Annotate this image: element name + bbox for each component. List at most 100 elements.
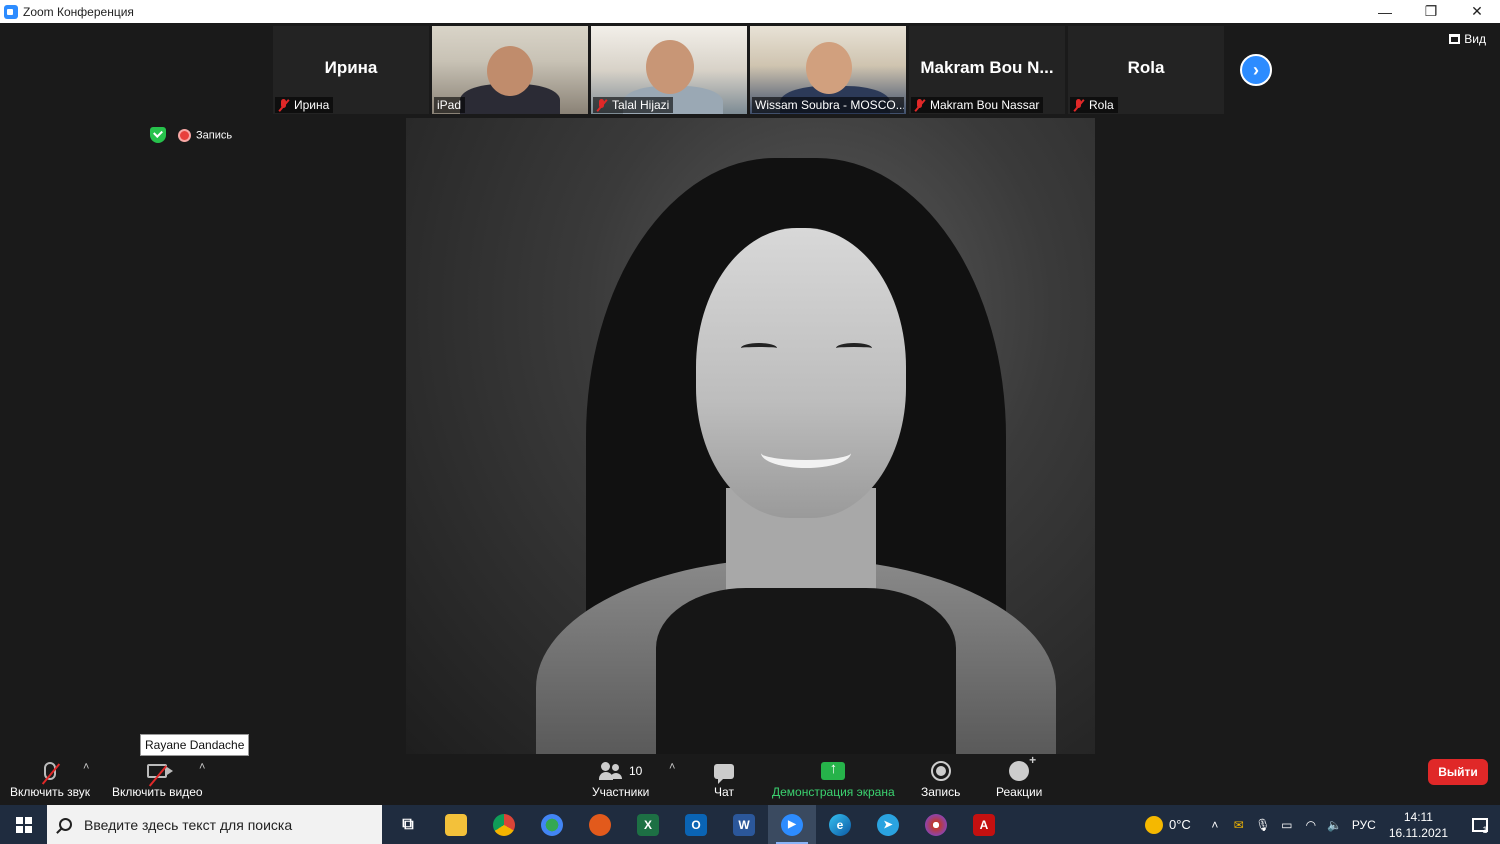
leave-meeting-button[interactable]: Выйти bbox=[1428, 759, 1488, 785]
notification-icon bbox=[1472, 817, 1489, 832]
muted-mic-icon bbox=[914, 98, 926, 112]
wifi-icon[interactable]: ◠ bbox=[1299, 818, 1323, 832]
record-button[interactable]: Запись bbox=[921, 757, 960, 799]
taskbar-clock[interactable]: 14:11 16.11.2021 bbox=[1389, 809, 1448, 841]
taskbar-app-maps[interactable] bbox=[528, 805, 576, 844]
participants-label: Участники bbox=[592, 785, 650, 799]
participants-options-caret[interactable]: ˄ bbox=[669, 761, 675, 773]
taskbar-search-box[interactable]: Введите здесь текст для поиска bbox=[47, 805, 382, 844]
file-explorer-icon bbox=[445, 813, 467, 836]
taskbar-app-outlook[interactable]: O bbox=[672, 805, 720, 844]
taskbar-app-edge[interactable]: e bbox=[816, 805, 864, 844]
participant-video-face bbox=[487, 46, 533, 96]
recording-indicator[interactable]: Запись bbox=[178, 128, 232, 142]
participant-big-name: Makram Bou N... bbox=[920, 58, 1054, 77]
mail-icon[interactable]: ✉ bbox=[1227, 818, 1251, 832]
participant-name: iPad bbox=[437, 98, 462, 112]
next-page-button[interactable]: › bbox=[1240, 54, 1272, 86]
taskbar-app-acrobat[interactable]: A bbox=[960, 805, 1008, 844]
taskbar-app-paint[interactable] bbox=[912, 805, 960, 844]
battery-icon[interactable]: ▭ bbox=[1275, 818, 1299, 832]
share-screen-button[interactable]: Демонстрация экрана bbox=[772, 757, 895, 799]
reactions-icon bbox=[1009, 753, 1036, 781]
chat-button[interactable]: Чат bbox=[714, 757, 734, 799]
recording-dot-icon bbox=[178, 128, 191, 142]
participant-big-name: Rola bbox=[1127, 58, 1165, 77]
participant-tile[interactable]: Talal Hijazi bbox=[591, 26, 747, 114]
meeting-toolbar: Включить звук ˄ Включить видео ˄ 10 Учас… bbox=[0, 753, 1500, 805]
speaker-top bbox=[656, 588, 956, 754]
participant-name-tag: Wissam Soubra - MOSCO... bbox=[752, 97, 904, 113]
close-button[interactable]: ✕ bbox=[1454, 0, 1500, 23]
search-icon bbox=[59, 818, 72, 831]
meeting-status: Запись bbox=[150, 127, 232, 143]
taskbar-app-file-explorer[interactable] bbox=[432, 805, 480, 844]
grid-view-icon bbox=[1449, 34, 1461, 44]
volume-icon[interactable]: 🔈 bbox=[1323, 818, 1347, 832]
view-label: Вид bbox=[1464, 32, 1486, 46]
taskbar-app-word[interactable]: W bbox=[720, 805, 768, 844]
participant-tile[interactable]: Makram Bou N... Makram Bou Nassar bbox=[909, 26, 1065, 114]
record-label: Запись bbox=[921, 785, 961, 799]
participant-tile[interactable]: Ирина Ирина bbox=[273, 26, 429, 114]
taskbar-app-yandex[interactable] bbox=[576, 805, 624, 844]
input-language[interactable]: РУС bbox=[1347, 818, 1381, 832]
participant-name: Rola bbox=[1089, 98, 1114, 112]
taskbar-app-chrome[interactable] bbox=[480, 805, 528, 844]
participant-tile[interactable]: iPad bbox=[432, 26, 588, 114]
start-button[interactable] bbox=[0, 805, 47, 844]
chevron-up-icon[interactable]: ˄ bbox=[1203, 818, 1227, 832]
unmute-button[interactable]: Включить звук bbox=[10, 757, 90, 799]
muted-mic-icon bbox=[278, 98, 290, 112]
participants-icon bbox=[598, 762, 623, 780]
telegram-icon: ➤ bbox=[877, 813, 899, 836]
share-screen-icon bbox=[821, 760, 846, 780]
edge-icon: e bbox=[829, 813, 851, 836]
system-tray: 0°C ˄ ✉ 🎙 ▭ ◠ 🔈 РУС 14:11 16.11.2021 1 bbox=[1145, 805, 1500, 844]
microphone-icon[interactable]: 🎙 bbox=[1251, 818, 1275, 832]
start-video-button[interactable]: Включить видео bbox=[112, 757, 203, 799]
restore-button[interactable]: ❐ bbox=[1408, 0, 1454, 23]
speaker-smile bbox=[761, 438, 851, 468]
windows-logo-icon bbox=[15, 816, 32, 833]
participant-name-tag: iPad bbox=[434, 97, 466, 113]
muted-microphone-icon bbox=[44, 762, 57, 780]
taskbar-app-zoom[interactable]: ▶ bbox=[768, 805, 816, 844]
outlook-icon: O bbox=[685, 813, 707, 836]
audio-options-caret[interactable]: ˄ bbox=[83, 761, 89, 773]
security-shield-icon[interactable] bbox=[150, 127, 166, 143]
participant-tile[interactable]: Rola Rola bbox=[1068, 26, 1224, 114]
taskbar-app-telegram[interactable]: ➤ bbox=[864, 805, 912, 844]
meeting-window: Ирина Ирина iPad Talal Hijazi Wissam Sou… bbox=[0, 23, 1500, 805]
reactions-label: Реакции bbox=[996, 785, 1043, 799]
chrome-icon bbox=[493, 813, 515, 836]
minimize-button[interactable]: — bbox=[1362, 0, 1408, 23]
clock-time: 14:11 bbox=[1403, 809, 1433, 824]
view-button[interactable]: Вид bbox=[1449, 32, 1486, 46]
task-view-icon: ⧉ bbox=[402, 815, 414, 833]
chat-label: Чат bbox=[714, 785, 734, 799]
taskbar-app-excel[interactable]: X bbox=[624, 805, 672, 844]
participant-name-tag: Makram Bou Nassar bbox=[911, 97, 1044, 113]
search-placeholder: Введите здесь текст для поиска bbox=[84, 816, 293, 833]
weather-temperature[interactable]: 0°C bbox=[1169, 817, 1191, 832]
speaker-eye-left bbox=[741, 343, 777, 353]
excel-icon: X bbox=[637, 813, 659, 836]
muted-mic-icon bbox=[596, 98, 608, 112]
maps-icon bbox=[541, 813, 563, 836]
participants-count: 10 bbox=[628, 764, 643, 778]
acrobat-icon: A bbox=[973, 813, 995, 836]
video-options-caret[interactable]: ˄ bbox=[199, 761, 205, 773]
zoom-logo-icon bbox=[4, 4, 18, 19]
windows-taskbar: Введите здесь текст для поиска ⧉ X O W ▶… bbox=[0, 805, 1500, 844]
notification-center-button[interactable]: 1 bbox=[1460, 805, 1500, 844]
reactions-button[interactable]: Реакции bbox=[996, 753, 1043, 799]
taskbar-apps: ⧉ X O W ▶ e ➤ A bbox=[384, 805, 1008, 844]
video-off-icon bbox=[147, 764, 174, 778]
participant-name: Makram Bou Nassar bbox=[930, 98, 1040, 112]
taskbar-app-task-view[interactable]: ⧉ bbox=[384, 805, 432, 844]
weather-sun-icon[interactable] bbox=[1145, 815, 1163, 834]
start-video-label: Включить видео bbox=[112, 785, 203, 799]
participant-tile[interactable]: Wissam Soubra - MOSCO... bbox=[750, 26, 906, 114]
participants-button[interactable]: 10 Участники bbox=[592, 757, 649, 799]
